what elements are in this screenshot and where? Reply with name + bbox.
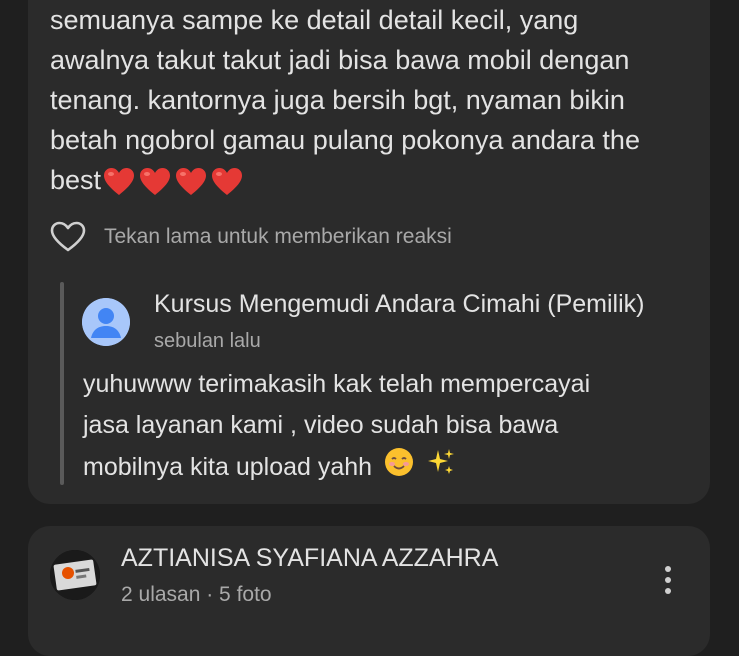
owner-avatar[interactable]: [82, 298, 130, 346]
reply-indent-bar: [60, 282, 64, 485]
heart-outline-icon: [50, 221, 86, 252]
review-line: tenang. kantornya juga bersih bgt, nyama…: [50, 85, 625, 115]
smiling-face-emoji-icon: [383, 446, 415, 491]
more-options-button[interactable]: [653, 558, 683, 602]
red-heart-icon: [140, 167, 171, 195]
review-line: semuanya sampe ke detail detail kecil, y…: [50, 5, 579, 35]
review-body: semuanya sampe ke detail detail kecil, y…: [50, 0, 690, 200]
more-vert-icon-dot: [665, 577, 671, 583]
review-line-last: best: [50, 160, 690, 200]
reviewer-name[interactable]: AZTIANISA SYAFIANA AZZAHRA: [121, 544, 498, 573]
reply-line: jasa layanan kami , video sudah bisa baw…: [83, 411, 559, 439]
default-person-avatar-icon: [82, 298, 130, 346]
red-heart-icon: [176, 167, 207, 195]
reviewer-avatar[interactable]: [50, 550, 100, 600]
reaction-button[interactable]: Tekan lama untuk memberikan reaksi: [50, 220, 452, 254]
sparkles-emoji-icon: [426, 446, 456, 491]
red-heart-icon: [212, 167, 243, 195]
more-vert-icon-dot: [665, 588, 671, 594]
reviewer-meta: 2 ulasan · 5 foto: [121, 583, 272, 606]
reviewer-photo: [50, 550, 100, 600]
review-line-text: best: [50, 165, 102, 195]
reply-line-last: mobilnya kita upload yahh: [83, 446, 683, 491]
review-line: awalnya takut takut jadi bisa bawa mobil…: [50, 45, 630, 75]
owner-reply-time: sebulan lalu: [154, 330, 261, 352]
heart-emojis: [103, 167, 243, 197]
reply-line: yuhuwww terimakasih kak telah mempercaya…: [83, 370, 591, 398]
red-heart-icon: [104, 167, 135, 195]
review-line: betah ngobrol gamau pulang pokonya andar…: [50, 125, 640, 155]
reply-line-text: mobilnya kita upload yahh: [83, 453, 373, 482]
owner-reply-body: yuhuwww terimakasih kak telah mempercaya…: [83, 364, 683, 491]
more-vert-icon: [665, 566, 671, 572]
reaction-hint: Tekan lama untuk memberikan reaksi: [104, 225, 452, 248]
owner-name[interactable]: Kursus Mengemudi Andara Cimahi (Pemilik): [154, 290, 644, 319]
